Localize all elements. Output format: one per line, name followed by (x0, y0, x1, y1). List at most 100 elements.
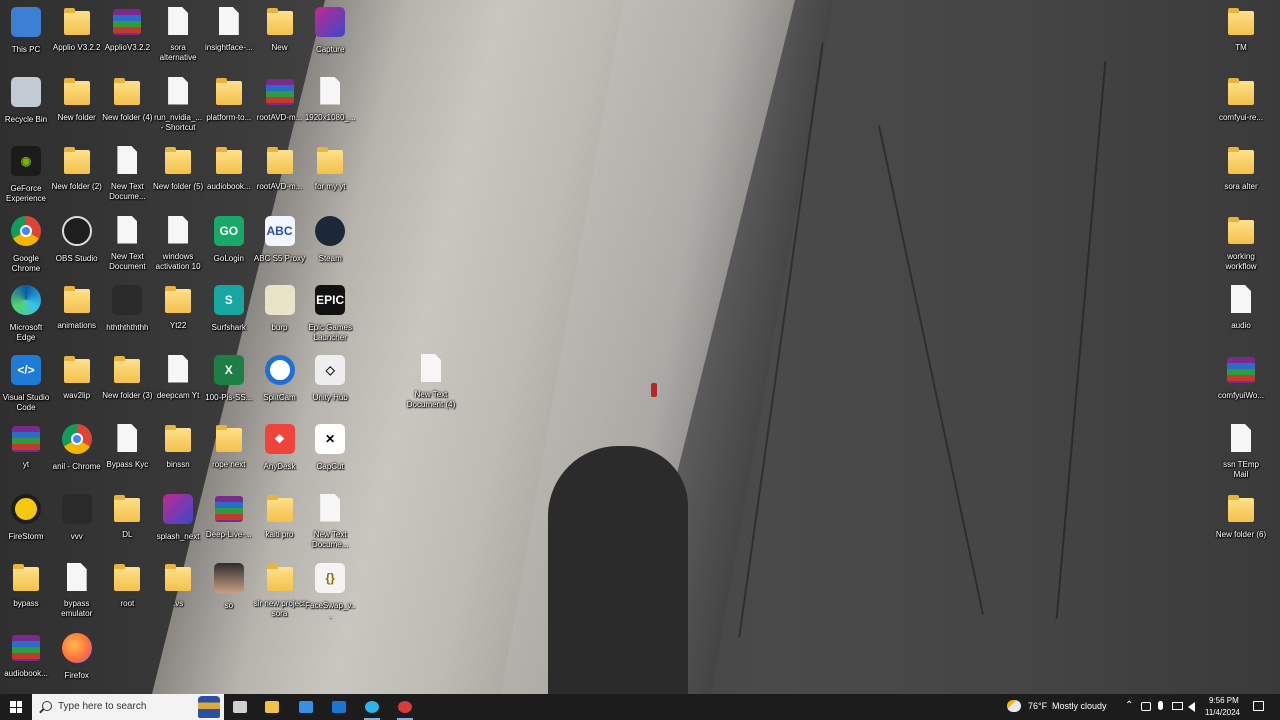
desktop-item-1920x1080[interactable]: 1920x1080_... (304, 75, 356, 123)
desktop-item-rope-next[interactable]: rope next (203, 422, 255, 470)
desktop-item-new-folder-2[interactable]: New folder (2) (51, 144, 103, 192)
taskbar-outlook-button[interactable] (323, 694, 355, 720)
desktop-item-root[interactable]: root (101, 561, 153, 609)
desktop-item-recycle-bin[interactable]: Recycle Bin (0, 75, 52, 125)
desktop-item-this-pc[interactable]: This PC (0, 5, 52, 55)
desktop-item-sora-alternative[interactable]: sora alternative (152, 5, 204, 63)
taskbar-recorder-button[interactable] (389, 694, 421, 720)
desktop-item-rootavd-m[interactable]: rootAVD-m... (254, 144, 306, 192)
show-hidden-icons-chevron-icon[interactable]: ⌃ (1125, 700, 1133, 711)
desktop-item-new-folder[interactable]: New folder (51, 75, 103, 123)
desktop-item-bypass[interactable]: bypass (0, 561, 52, 609)
desktop-item-label: so (224, 601, 234, 610)
desktop-item-label: burp (271, 323, 288, 332)
desktop-item-new-folder-3[interactable]: New folder (3) (101, 353, 153, 401)
file-desktop-icon (60, 561, 94, 597)
notification-center-icon[interactable] (1253, 701, 1264, 711)
desktop-item-microsoft-edge[interactable]: Microsoft Edge (0, 283, 52, 343)
desktop-item-new-text-document[interactable]: New Text Document (101, 214, 153, 272)
desktop-item-sir-new-project-sora[interactable]: sir new project sora (254, 561, 306, 619)
desktop-item-capcut[interactable]: ✕ CapCut (304, 422, 356, 472)
desktop-item-audiobook[interactable]: audiobook... (203, 144, 255, 192)
desktop-item-gologin[interactable]: GO GoLogin (203, 214, 255, 264)
desktop-item-visual-studio-code[interactable]: </> Visual Studio Code (0, 353, 52, 413)
desktop-item-firestorm[interactable]: FireStorm (0, 492, 52, 542)
desktop-item-new-folder-4[interactable]: New folder (4) (101, 75, 153, 123)
desktop-item-geforce-experience[interactable]: ◉ GeForce Experience (0, 144, 52, 204)
desktop-item-platform-to[interactable]: platform-to... (203, 75, 255, 123)
desktop-item-ssn-temp-mail[interactable]: ssn TEmp Mail (1215, 422, 1267, 480)
desktop-item-label: Firefox (64, 670, 89, 680)
desktop-item-new[interactable]: New (254, 5, 306, 53)
desktop-item-audiobook[interactable]: audiobook... (0, 631, 52, 679)
desktop-item-hthththththh[interactable]: hthththththh (101, 283, 153, 333)
taskbar-task-view-button[interactable] (224, 694, 256, 720)
desktop-item-insightface[interactable]: insightface-... (203, 5, 255, 53)
start-button[interactable] (0, 694, 32, 720)
desktop-item-deepcam-yt[interactable]: deepcam Yt (152, 353, 204, 401)
desktop-item-applio-v3-2-2[interactable]: Applio V3.2.2 (51, 5, 103, 53)
desktop-item-new-folder-5[interactable]: New folder (5) (152, 144, 204, 192)
desktop-item-animations[interactable]: animations (51, 283, 103, 331)
desktop-item-splitcam[interactable]: SplitCam (254, 353, 306, 403)
desktop-item-100-pis-ss[interactable]: X 100-Pis-SS... (203, 353, 255, 403)
display-icon[interactable] (1172, 702, 1183, 710)
desktop-item-new-text-docume[interactable]: New Text Docume... (101, 144, 153, 202)
desktop-item-sora-alter[interactable]: sora alter (1215, 144, 1267, 192)
desktop-item-kaiti-pro[interactable]: kaiti pro (254, 492, 306, 540)
taskbar-microsoft-store-button[interactable] (290, 694, 322, 720)
desktop-item-obs-studio[interactable]: OBS Studio (51, 214, 103, 264)
dark-glyph-part (112, 285, 143, 315)
desktop-item-comfyuiwo[interactable]: comfyuiWo... (1215, 353, 1267, 401)
desktop-item-working-workflow[interactable]: working workflow (1215, 214, 1267, 272)
desktop-item-tm[interactable]: TM (1215, 5, 1267, 53)
desktop-item-epic-games-launcher[interactable]: EPIC Epic Games Launcher (304, 283, 356, 343)
desktop-item-surfshark[interactable]: S Surfshark (203, 283, 255, 333)
volume-icon[interactable] (1188, 702, 1195, 712)
desktop-item-faceswap-v[interactable]: {} FaceSwap_v... (304, 561, 356, 621)
desktop-item-rootavd-m[interactable]: rootAVD-m... (254, 75, 306, 123)
desktop-item-appliov3-2-2[interactable]: ApplioV3.2.2 (101, 5, 153, 53)
desktop-item-abc-s5-proxy[interactable]: ABC ABC S5 Proxy (254, 214, 306, 264)
weather-widget[interactable]: 76°F Mostly cloudy (1004, 694, 1116, 720)
desktop-item-splash-next[interactable]: splash_next (152, 492, 204, 542)
steam-glyph-part (315, 215, 346, 246)
desktop-item-wav2lip[interactable]: wav2lip (51, 353, 103, 401)
desktop-item-burp[interactable]: burp (254, 283, 306, 333)
desktop-item-comfyui-re[interactable]: comfyui-re... (1215, 75, 1267, 123)
desktop-item-run-nvidia-shortcut[interactable]: run_nvidia_... - Shortcut (152, 75, 204, 133)
desktop-item-anil-chrome[interactable]: anil - Chrome (51, 422, 103, 472)
desktop-item-audio[interactable]: audio (1215, 283, 1267, 331)
taskbar-search-box[interactable]: Type here to search (32, 694, 224, 720)
desktop-item-new-text-docume[interactable]: New Text Docume... (304, 492, 356, 550)
network-icon[interactable] (1141, 702, 1151, 711)
desktop-item-anydesk[interactable]: ❖ AnyDesk (254, 422, 306, 472)
taskbar-file-explorer-button[interactable] (256, 694, 288, 720)
taskbar-edge-button[interactable] (356, 694, 388, 720)
desktop-item-bypass-kyc[interactable]: Bypass Kyc (101, 422, 153, 470)
desktop-item-new-text-document-4[interactable]: New Text Document (4) (405, 352, 457, 410)
gologin-glyph-part: GO (213, 215, 244, 246)
clock[interactable]: 9:56 PM 11/4/2024 (1200, 694, 1246, 720)
desktop-item-new-folder-6[interactable]: New folder (6) (1215, 492, 1267, 540)
desktop-item-label: Unity Hub (312, 392, 348, 402)
desktop-item-bypass-emulator[interactable]: bypass emulator (51, 561, 103, 619)
desktop-item-steam[interactable]: Steam (304, 214, 356, 264)
desktop-item-unity-hub[interactable]: ◇ Unity Hub (304, 353, 356, 403)
desktop-item-dl[interactable]: DL (101, 492, 153, 540)
desktop-item-yt[interactable]: yt (0, 422, 52, 470)
desktop-item-google-chrome[interactable]: Google Chrome (0, 214, 52, 274)
desktop-item-for-my-yt[interactable]: for my yt (304, 144, 356, 192)
desktop-item-deep-live[interactable]: Deep-Live-... (203, 492, 255, 540)
desktop-item-firefox[interactable]: Firefox (51, 631, 103, 681)
desktop-item-so[interactable]: so (203, 561, 255, 611)
desktop-item-yt22[interactable]: Yt22 (152, 283, 204, 331)
microphone-icon[interactable] (1158, 701, 1163, 710)
desktop-item-vvv[interactable]: vvv (51, 492, 103, 542)
desktop-item-capture[interactable]: Capture (304, 5, 356, 55)
desktop-item-vs[interactable]: .vs (152, 561, 204, 609)
desktop-item-label: CapCut (316, 462, 344, 471)
abc-desktop-icon: ABC (263, 215, 297, 252)
desktop-item-windows-activation-10[interactable]: windows activation 10 (152, 214, 204, 272)
desktop-item-binssn[interactable]: binssn (152, 422, 204, 470)
